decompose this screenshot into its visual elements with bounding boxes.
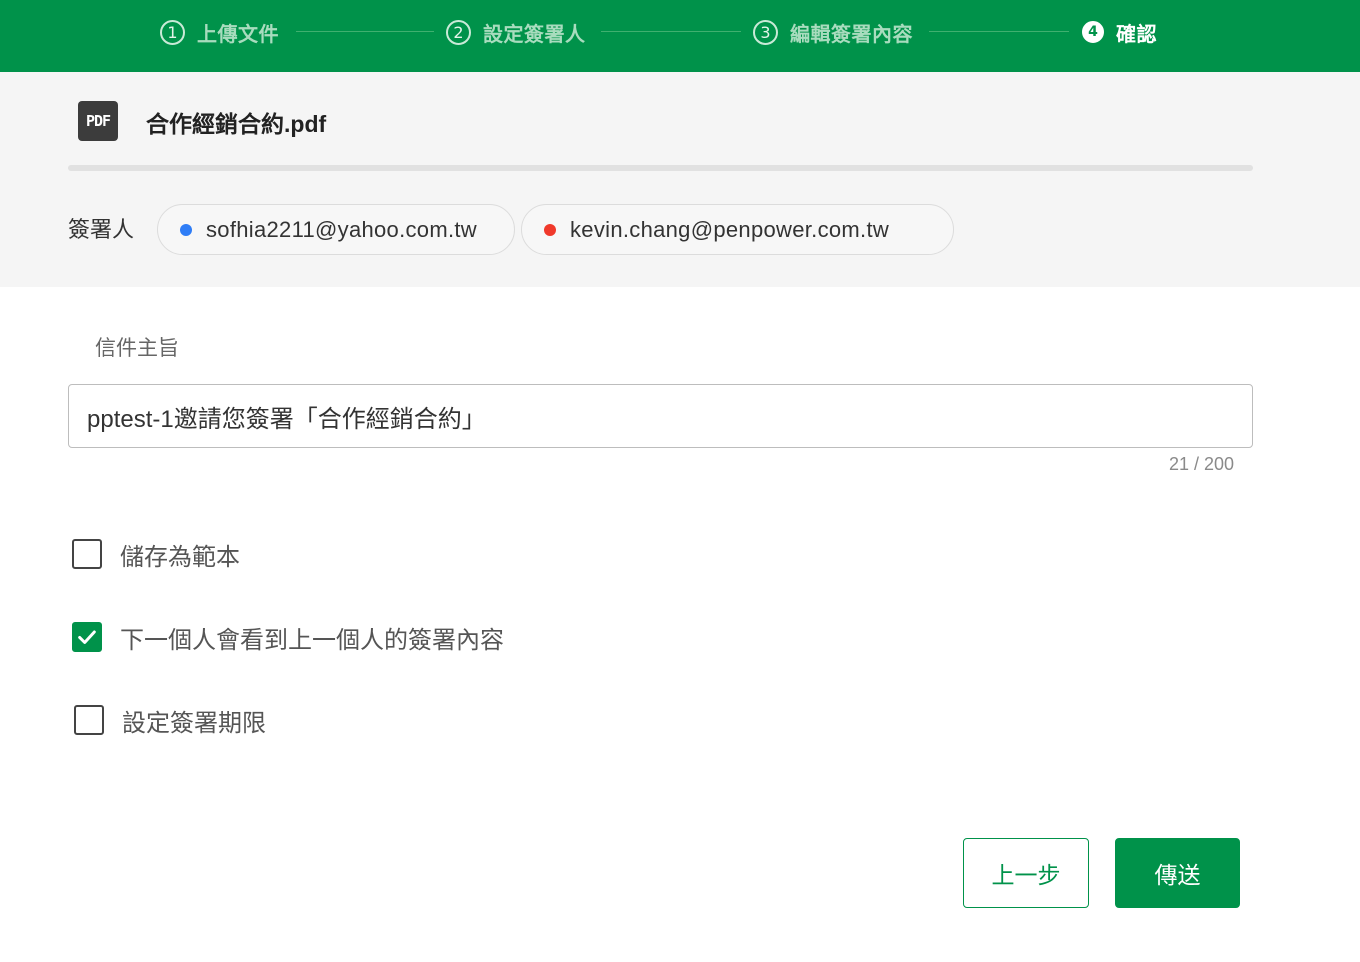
step-connector [601,31,741,32]
pdf-file-icon: PDF [78,101,118,141]
subject-char-counter: 21 / 200 [1168,454,1234,474]
set-deadline-label: 設定簽署期限 [122,709,266,737]
show-previous-signatures-option[interactable]: 下一個人會看到上一個人的簽署內容 [72,620,504,654]
set-deadline-checkbox[interactable] [74,705,104,735]
step-confirm[interactable]: 4 確認 [1082,16,1157,48]
set-deadline-option[interactable]: 設定簽署期限 [74,703,266,737]
save-as-template-option[interactable]: 儲存為範本 [72,537,240,571]
show-previous-signatures-checkbox[interactable] [72,622,102,652]
signer-color-dot-icon [180,223,192,236]
step-label-set-signers: 設定簽署人 [483,23,586,46]
step-number-4: 4 [1082,21,1104,43]
signer-color-dot-icon [544,223,556,236]
signer-chip-2[interactable]: kevin.chang@penpower.com.tw [521,204,954,255]
step-number-3: 3 [753,19,778,45]
signer-email: sofhia2211@yahoo.com.tw [206,216,477,242]
previous-step-button[interactable]: 上一步 [963,838,1089,908]
step-label-edit-sign-content: 編輯簽署內容 [790,23,913,46]
step-connector [296,31,434,32]
step-edit-sign-content[interactable]: 3 編輯簽署內容 [753,16,913,48]
step-number-2: 2 [446,19,471,45]
file-name: 合作經銷合約.pdf [146,111,327,137]
step-progress-bar: 1 上傳文件 2 設定簽署人 3 編輯簽署內容 4 確認 [0,0,1360,72]
divider [68,165,1253,171]
step-number-1: 1 [160,19,185,45]
show-previous-signatures-label: 下一個人會看到上一個人的簽署內容 [120,626,504,654]
subject-input[interactable] [68,384,1253,448]
save-as-template-checkbox[interactable] [72,539,102,569]
signers-label: 簽署人 [68,217,135,242]
send-button[interactable]: 傳送 [1115,838,1240,908]
step-set-signers[interactable]: 2 設定簽署人 [446,16,586,48]
step-label-confirm: 確認 [1116,23,1157,46]
step-connector [929,31,1069,32]
signer-chip-1[interactable]: sofhia2211@yahoo.com.tw [157,204,515,255]
save-as-template-label: 儲存為範本 [120,543,240,571]
signer-email: kevin.chang@penpower.com.tw [570,216,890,242]
step-label-upload-document: 上傳文件 [197,23,279,46]
checkmark-icon [78,630,96,644]
step-upload-document[interactable]: 1 上傳文件 [160,16,279,48]
subject-label: 信件主旨 [95,337,179,360]
